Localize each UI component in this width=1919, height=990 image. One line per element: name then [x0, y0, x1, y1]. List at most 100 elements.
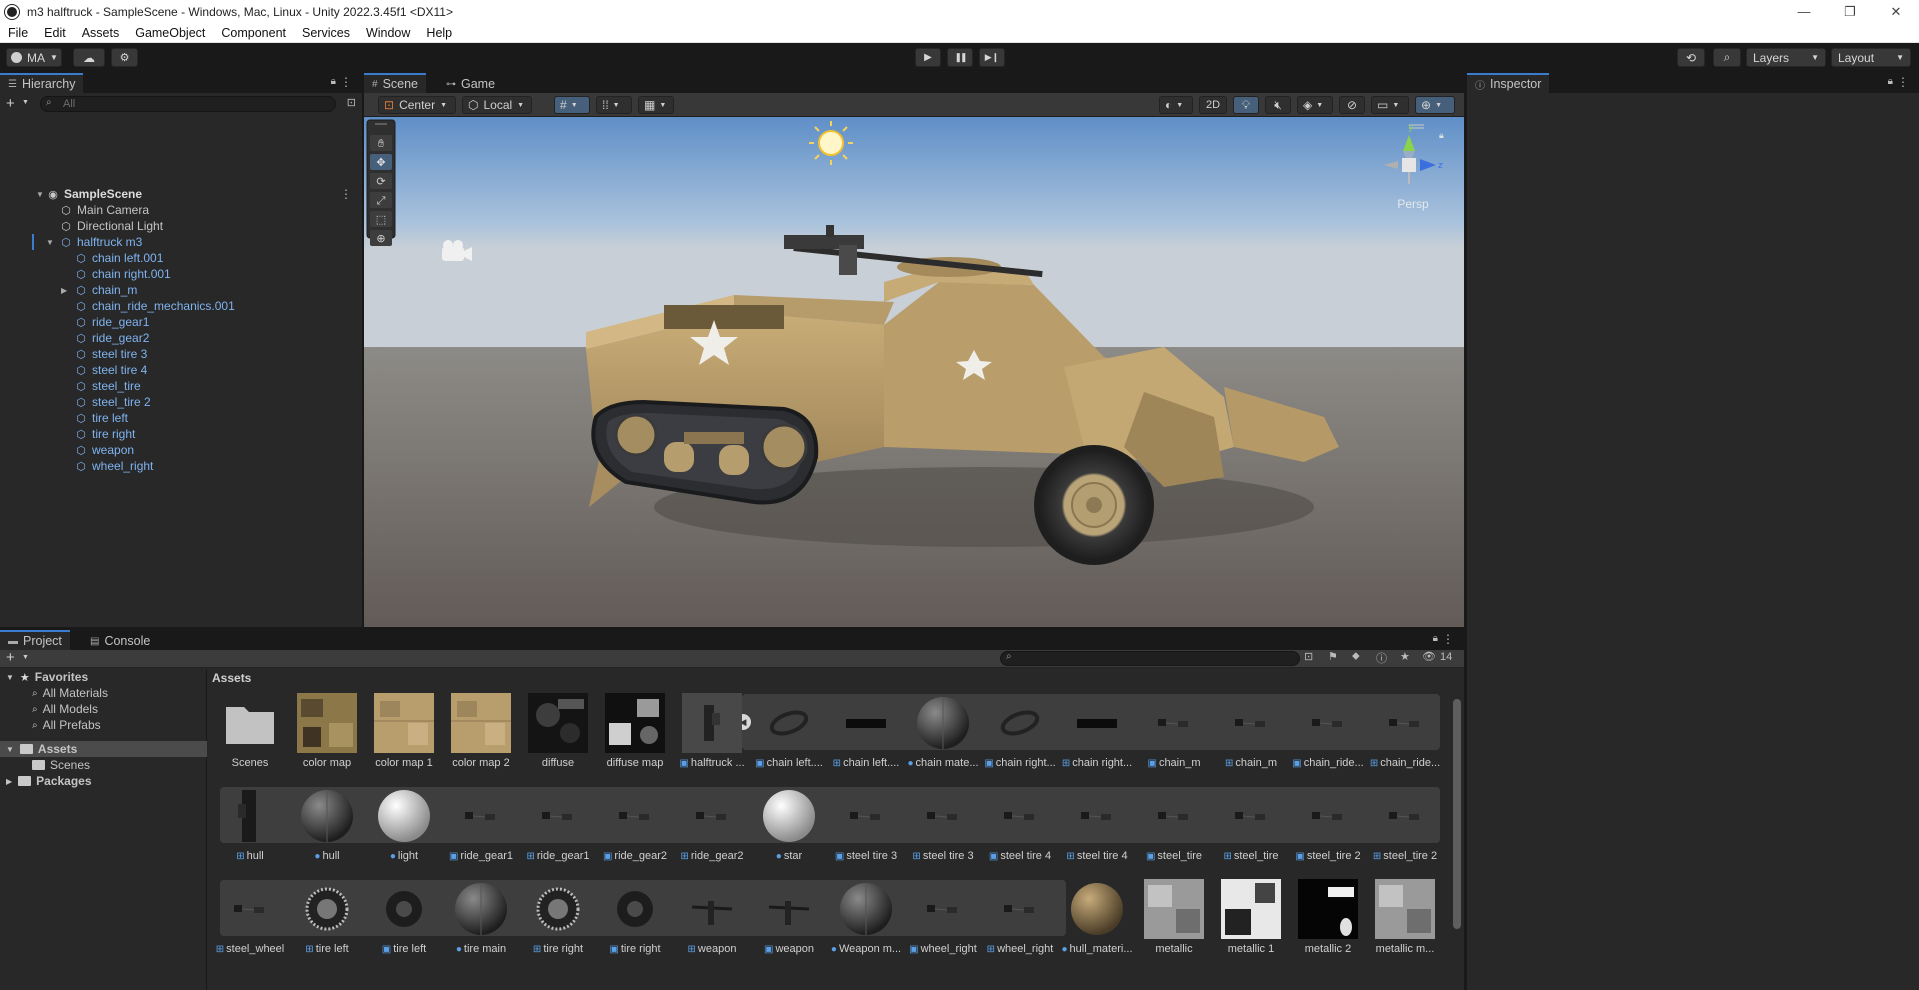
lock-icon[interactable]: 🔒︎ — [1888, 76, 1893, 87]
kebab-menu-icon[interactable]: ⋮ — [1442, 632, 1454, 646]
asset-tile[interactable]: ● hull — [289, 784, 365, 862]
fold-open-icon[interactable]: ▼ — [6, 673, 14, 682]
asset-tile[interactable]: ⊞ weapon — [674, 877, 750, 955]
hierarchy-item[interactable]: ⬡ steel tire 4 — [0, 362, 362, 378]
hierarchy-item[interactable]: ⬡ weapon — [0, 442, 362, 458]
asset-tile[interactable]: metallic — [1136, 877, 1212, 955]
favorites-row[interactable]: ▼ ★ Favorites — [0, 669, 207, 685]
menu-edit[interactable]: Edit — [36, 26, 74, 40]
favorite-item[interactable]: ⌕ All Models — [0, 701, 207, 717]
menu-help[interactable]: Help — [418, 26, 460, 40]
hierarchy-item[interactable]: ⬡ chain left.001 — [0, 250, 362, 266]
search-by-label-icon[interactable]: ⚑ — [1328, 650, 1338, 663]
chevron-down-icon[interactable]: ▼ — [22, 654, 29, 661]
asset-tile[interactable]: ● hull_materi... — [1059, 877, 1135, 955]
lock-icon[interactable]: 🔒︎ — [1439, 131, 1444, 141]
menu-file[interactable]: File — [0, 26, 36, 40]
asset-tile[interactable]: ⊞ steel_tire 2 — [1367, 784, 1443, 862]
hierarchy-item[interactable]: ⬡ steel tire 3 — [0, 346, 362, 362]
close-button[interactable]: ✕ — [1873, 0, 1919, 23]
cloud-button[interactable]: ☁ — [73, 48, 105, 67]
hierarchy-item[interactable]: ⬡ Directional Light — [0, 218, 362, 234]
favorite-item[interactable]: ⌕ All Prefabs — [0, 717, 207, 733]
asset-tile[interactable]: metallic 2 — [1290, 877, 1366, 955]
hierarchy-item[interactable]: ⬡ Main Camera — [0, 202, 362, 218]
menu-component[interactable]: Component — [213, 26, 294, 40]
favorite-item[interactable]: ⌕ All Materials — [0, 685, 207, 701]
lock-icon[interactable]: 🔒︎ — [331, 76, 336, 87]
asset-tile[interactable]: ⊞ tire right — [520, 877, 596, 955]
maximize-button[interactable]: ❐ — [1827, 0, 1873, 23]
asset-tile[interactable]: ▣ steel tire 4 — [982, 784, 1058, 862]
asset-tile[interactable]: ⊞ chain right... — [1059, 691, 1135, 769]
minimize-button[interactable]: — — [1781, 0, 1827, 23]
asset-tile[interactable]: ⊞ ride_gear2 — [674, 784, 750, 862]
fold-open-icon[interactable]: ▼ — [36, 190, 44, 199]
asset-tile[interactable]: ▣ steel_tire — [1136, 784, 1212, 862]
asset-tile[interactable]: ⊞ steel tire 3 — [905, 784, 981, 862]
hierarchy-search-field[interactable]: ⌕ All — [40, 96, 336, 112]
tab-inspector[interactable]: ⓘ Inspector — [1467, 73, 1550, 93]
asset-tile[interactable]: metallic 1 — [1213, 877, 1289, 955]
projection-label[interactable]: Persp — [1397, 197, 1429, 211]
scene-visibility-toggle[interactable]: ⊘ — [1339, 96, 1365, 114]
tab-scene[interactable]: # Scene — [364, 73, 427, 93]
grid-snap-toggle[interactable]: # ▼ — [554, 96, 590, 114]
tab-hierarchy[interactable]: ☰ Hierarchy — [0, 73, 84, 93]
menu-gameobject[interactable]: GameObject — [127, 26, 213, 40]
fold-closed-icon[interactable]: ▶ — [6, 777, 12, 786]
asset-tile[interactable]: ▣ steel_tire 2 — [1290, 784, 1366, 862]
hierarchy-item[interactable]: ⬡ steel_tire — [0, 378, 362, 394]
lock-icon[interactable]: 🔒︎ — [1433, 633, 1438, 644]
asset-tile[interactable]: color map — [289, 691, 365, 769]
asset-tile[interactable]: ▣ ride_gear2 — [597, 784, 673, 862]
tab-console[interactable]: ▤ Console — [82, 630, 159, 650]
scene-visibility-icon[interactable]: ⊡ — [347, 96, 356, 109]
assets-breadcrumb[interactable]: Assets — [212, 671, 251, 685]
scene-root-row[interactable]: ▼ ◉ SampleScene ⋮ — [0, 186, 362, 202]
asset-tile[interactable]: ⊞ tire left — [289, 877, 365, 955]
asset-tile[interactable]: color map 1 — [366, 691, 442, 769]
add-icon[interactable]: + — [6, 95, 15, 112]
asset-tile[interactable]: ▣ tire left — [366, 877, 442, 955]
space-local-dropdown[interactable]: ⬡ Local ▼ — [462, 96, 532, 114]
asset-tile[interactable]: metallic m... — [1367, 877, 1443, 955]
asset-tile[interactable]: ⊞ steel tire 4 — [1059, 784, 1135, 862]
asset-tile[interactable]: Scenes — [212, 691, 288, 769]
asset-tile[interactable]: ● star — [751, 784, 827, 862]
kebab-menu-icon[interactable]: ⋮ — [340, 187, 352, 201]
chevron-down-icon[interactable]: ▼ — [22, 99, 29, 106]
asset-tile[interactable]: ● tire main — [443, 877, 519, 955]
tag-icon[interactable]: ⬥ — [1352, 650, 1360, 663]
asset-tile[interactable]: ▣ chain_m — [1136, 691, 1212, 769]
asset-tile[interactable]: ▣ chain_ride... — [1290, 691, 1366, 769]
star-icon[interactable]: ★ — [1400, 650, 1410, 663]
2d-toggle[interactable]: 2D — [1199, 96, 1227, 114]
asset-tile[interactable]: ▣ chain right... — [982, 691, 1058, 769]
audio-toggle[interactable]: 🔇︎ — [1265, 96, 1291, 114]
draw-mode-dropdown[interactable]: ◐ ▼ — [1159, 96, 1193, 114]
kebab-menu-icon[interactable]: ⋮ — [1897, 75, 1909, 89]
layout-dropdown[interactable]: Layout ▼ — [1831, 48, 1911, 67]
hierarchy-item[interactable]: ⬡ chain right.001 — [0, 266, 362, 282]
asset-tile[interactable]: ⊞ wheel_right — [982, 877, 1058, 955]
warning-filter-icon[interactable]: ⓘ — [1376, 650, 1387, 666]
asset-tile[interactable]: color map 2 — [443, 691, 519, 769]
asset-tile[interactable]: ▣ weapon — [751, 877, 827, 955]
asset-tile[interactable]: diffuse map — [597, 691, 673, 769]
asset-tile[interactable]: ● Weapon m... — [828, 877, 904, 955]
gizmos-dropdown[interactable]: ⊕ ▼ — [1415, 96, 1455, 114]
grid-visibility-toggle[interactable]: ▦ ▼ — [638, 96, 674, 114]
asset-tile[interactable]: ▣ ride_gear1 — [443, 784, 519, 862]
tab-game[interactable]: ⊶ Game — [438, 73, 504, 93]
kebab-menu-icon[interactable]: ⋮ — [340, 75, 352, 89]
asset-tile[interactable]: ▣ wheel_right — [905, 877, 981, 955]
scene-camera-dropdown[interactable]: ▭ ▼ — [1371, 96, 1409, 114]
tab-project[interactable]: ▬ Project — [0, 630, 70, 650]
history-button[interactable]: ⟲ — [1677, 48, 1705, 67]
asset-tile[interactable]: diffuse — [520, 691, 596, 769]
hierarchy-item[interactable]: ⬡ chain_ride_mechanics.001 — [0, 298, 362, 314]
assets-folder-row[interactable]: ▼ Assets — [0, 741, 207, 757]
asset-tile[interactable]: ⊞ chain_m — [1213, 691, 1289, 769]
hierarchy-item[interactable]: ⬡ tire right — [0, 426, 362, 442]
